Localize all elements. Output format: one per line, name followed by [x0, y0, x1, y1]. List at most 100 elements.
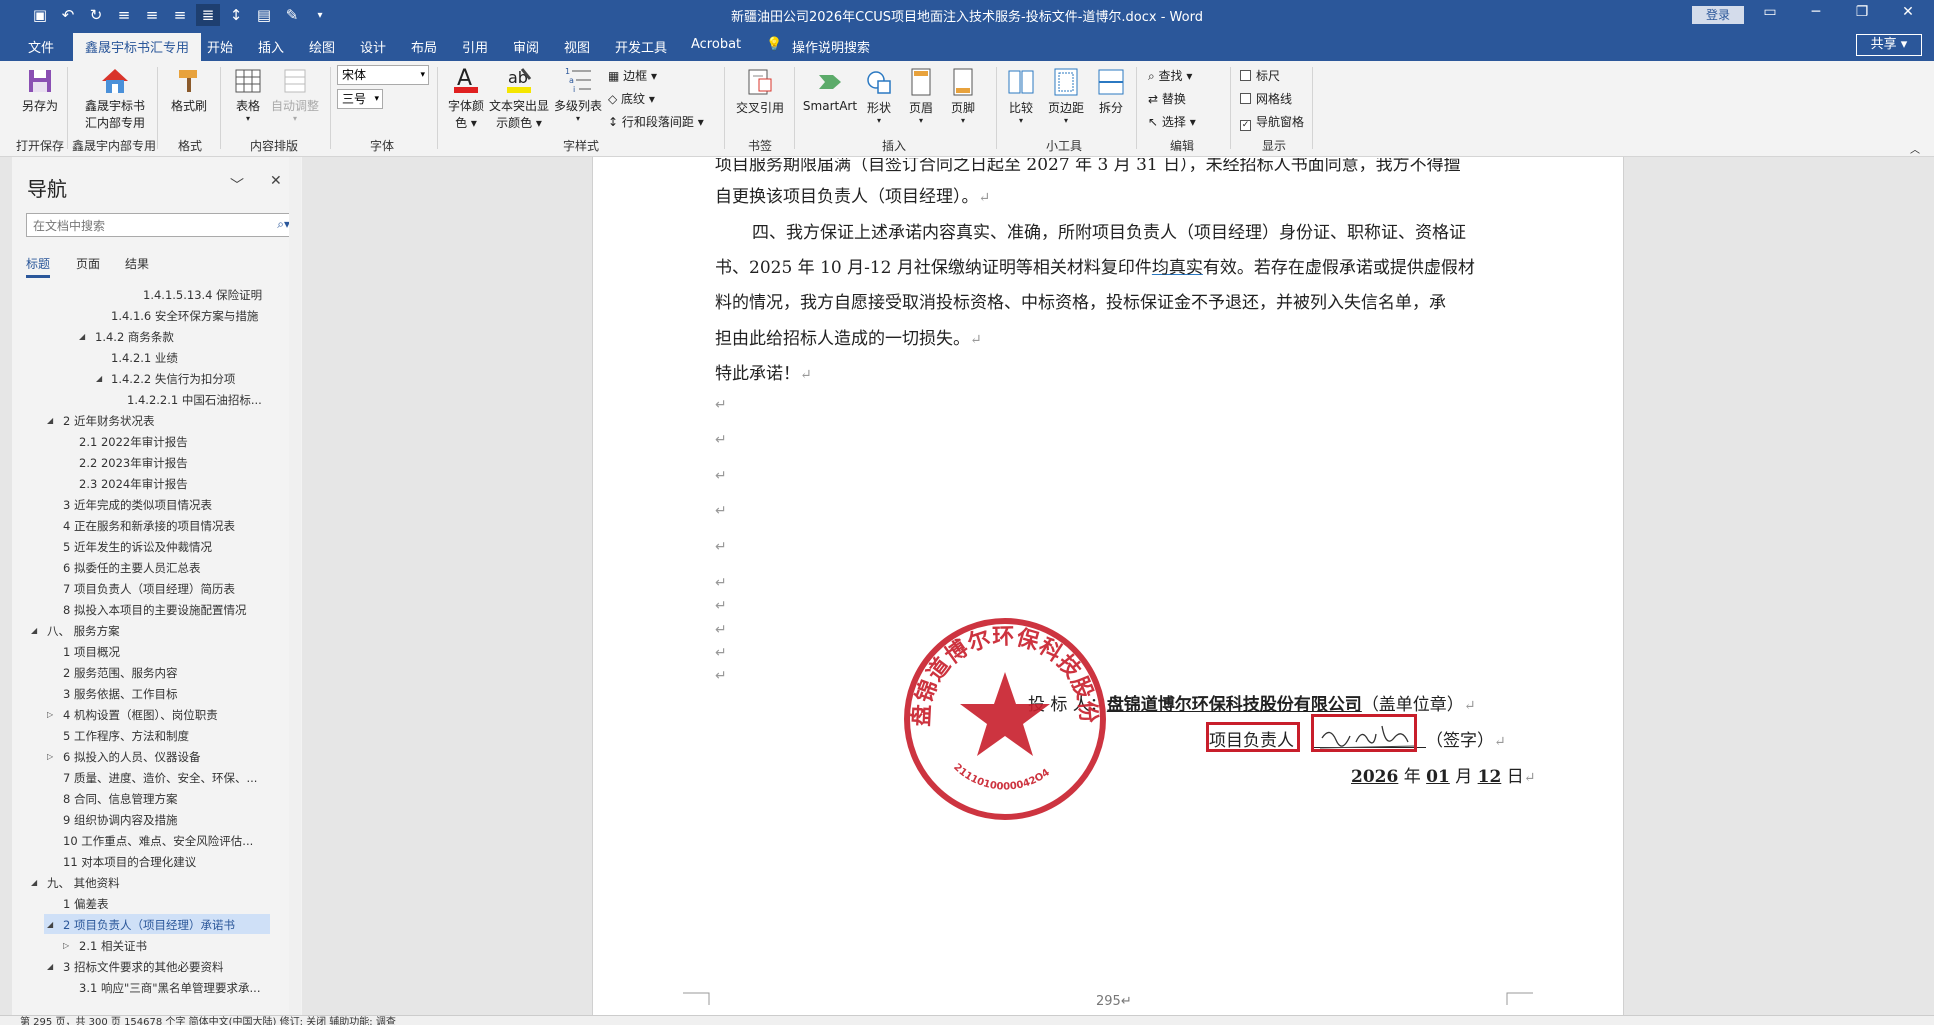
highlight-button[interactable]: ab 文本突出显 示颜色 ▾ — [488, 65, 550, 131]
nav-heading-item[interactable]: 9 组织协调内容及措施 — [63, 810, 177, 830]
nav-heading-item[interactable]: 4 机构设置（框图）、岗位职责 — [63, 705, 218, 725]
minimize-icon[interactable]: ─ — [1796, 4, 1836, 26]
nav-heading-item[interactable]: 7 项目负责人（项目经理）简历表 — [63, 579, 235, 599]
nav-heading-item[interactable]: 4 正在服务和新承接的项目情况表 — [63, 516, 235, 536]
nav-heading-item[interactable]: 3 招标文件要求的其他必要资料 — [63, 957, 223, 977]
share-button[interactable]: 共享 ▾ — [1856, 34, 1922, 56]
nav-heading-item[interactable]: 3 近年完成的类似项目情况表 — [63, 495, 212, 515]
expand-triangle-icon[interactable]: ▷ — [47, 710, 53, 719]
collapse-triangle-icon[interactable]: ◢ — [31, 878, 37, 887]
find-button[interactable]: ⌕ 查找 ▾ — [1148, 67, 1192, 84]
expand-triangle-icon[interactable]: ▷ — [47, 752, 53, 761]
expand-triangle-icon[interactable]: ▷ — [63, 941, 69, 950]
restore-icon[interactable]: ❐ — [1842, 4, 1882, 26]
header-button[interactable]: 页眉 ▾ — [904, 67, 938, 125]
nav-tab-results[interactable]: 结果 — [125, 255, 149, 272]
tab-design[interactable]: 设计 — [360, 37, 386, 56]
collapse-triangle-icon[interactable]: ◢ — [31, 626, 37, 635]
nav-heading-item[interactable]: 6 拟投入的人员、仪器设备 — [63, 747, 200, 767]
tell-me-search[interactable]: 操作说明搜索 — [792, 37, 870, 56]
nav-heading-item[interactable]: 7 质量、进度、造价、安全、环保、... — [63, 768, 257, 788]
nav-heading-item[interactable]: 2.1 2022年审计报告 — [79, 432, 188, 452]
ruler-checkbox[interactable]: 标尺 — [1240, 67, 1280, 84]
ribbon-display-icon[interactable]: ▭ — [1750, 4, 1790, 26]
nav-tab-pages[interactable]: 页面 — [76, 255, 100, 272]
select-button[interactable]: ↖ 选择 ▾ — [1148, 113, 1196, 130]
save-as-button[interactable]: 另存为 — [20, 67, 60, 114]
font-name-select[interactable]: 宋体 ▾ — [337, 65, 429, 85]
footer-button[interactable]: 页脚 ▾ — [946, 67, 980, 125]
nav-heading-item[interactable]: 1.4.2.2 失信行为扣分项 — [111, 369, 235, 389]
collapse-triangle-icon[interactable]: ◢ — [47, 920, 53, 929]
nav-heading-item[interactable]: 九、 其他资料 — [47, 873, 120, 893]
nav-heading-item[interactable]: 5 近年发生的诉讼及仲裁情况 — [63, 537, 212, 557]
collapse-triangle-icon[interactable]: ◢ — [79, 332, 85, 341]
cross-reference-button[interactable]: 交叉引用 — [734, 67, 786, 116]
nav-heading-item[interactable]: 八、 服务方案 — [47, 621, 120, 641]
table-button[interactable]: 表格 ▾ — [230, 67, 266, 123]
shapes-button[interactable]: 形状 ▾ — [862, 67, 896, 125]
login-button[interactable]: 登录 — [1692, 6, 1744, 24]
nav-heading-item[interactable]: 1.4.1.5.13.4 保险证明 — [143, 285, 262, 305]
nav-heading-item[interactable]: 8 拟投入本项目的主要设施配置情况 — [63, 600, 246, 620]
xsy-internal-button[interactable]: 鑫晟宇标书 汇内部专用 — [80, 67, 150, 131]
nav-heading-item[interactable]: 2.3 2024年审计报告 — [79, 474, 188, 494]
nav-heading-item-selected[interactable]: 2 项目负责人（项目经理）承诺书 — [63, 915, 235, 935]
tab-xsy[interactable]: 鑫晟宇标书汇专用 — [73, 33, 202, 61]
auto-adjust-button[interactable]: 自动调整 ▾ — [270, 67, 320, 123]
smartart-button[interactable]: SmartArt — [802, 67, 858, 113]
collapse-ribbon-icon[interactable]: ︿ — [1910, 141, 1920, 156]
nav-search-input[interactable]: 在文档中搜索 ⌕▾ — [26, 213, 295, 237]
collapse-triangle-icon[interactable]: ◢ — [47, 962, 53, 971]
tab-file[interactable]: 文件 — [28, 37, 54, 56]
nav-heading-item[interactable]: 3 服务依据、工作目标 — [63, 684, 177, 704]
close-icon[interactable]: ✕ — [1888, 4, 1928, 26]
font-color-button[interactable]: A 字体颜 色 ▾ — [444, 65, 488, 131]
nav-heading-item[interactable]: 1 项目概况 — [63, 642, 120, 662]
tab-acrobat[interactable]: Acrobat — [691, 37, 741, 52]
collapse-triangle-icon[interactable]: ◢ — [47, 416, 53, 425]
multilevel-list-button[interactable]: 1ai 多级列表 ▾ — [552, 65, 604, 123]
collapse-triangle-icon[interactable]: ◢ — [96, 374, 102, 383]
nav-heading-item[interactable]: 1.4.2.1 业绩 — [111, 348, 178, 368]
nav-heading-item[interactable]: 10 工作重点、难点、安全风险评估... — [63, 831, 253, 851]
shading-button[interactable]: ◇ 底纹 ▾ — [608, 90, 655, 107]
nav-options-icon[interactable]: ﹀ — [230, 175, 244, 195]
border-button[interactable]: ▦ 边框 ▾ — [608, 67, 657, 84]
house-icon — [102, 69, 128, 93]
nav-heading-item[interactable]: 2 服务范围、服务内容 — [63, 663, 177, 683]
tab-draw[interactable]: 绘图 — [309, 37, 335, 56]
nav-heading-item[interactable]: 6 拟委任的主要人员汇总表 — [63, 558, 200, 578]
document-page[interactable] — [592, 157, 1624, 1015]
nav-tab-headings[interactable]: 标题 — [26, 255, 51, 278]
line-spacing-button[interactable]: ↕ 行和段落间距 ▾ — [608, 113, 704, 130]
tab-review[interactable]: 审阅 — [513, 37, 539, 56]
tab-references[interactable]: 引用 — [462, 37, 488, 56]
nav-heading-item[interactable]: 2.1 相关证书 — [79, 936, 147, 956]
nav-heading-item[interactable]: 8 合同、信息管理方案 — [63, 789, 177, 809]
format-painter-button[interactable]: 格式刷 — [166, 67, 212, 114]
nav-heading-item[interactable]: 1.4.1.6 安全环保方案与措施 — [111, 306, 258, 326]
split-button[interactable]: 拆分 — [1094, 67, 1128, 116]
tab-home[interactable]: 开始 — [207, 37, 233, 56]
margins-button[interactable]: 页边距 ▾ — [1044, 67, 1088, 125]
tab-insert[interactable]: 插入 — [258, 37, 284, 56]
nav-pane-checkbox[interactable]: ✓ 导航窗格 — [1240, 113, 1304, 131]
nav-scrollbar[interactable] — [289, 157, 301, 1015]
tab-layout[interactable]: 布局 — [411, 37, 437, 56]
nav-heading-item[interactable]: 1 偏差表 — [63, 894, 108, 914]
nav-close-icon[interactable]: ✕ — [270, 173, 282, 189]
compare-button[interactable]: 比较 ▾ — [1004, 67, 1038, 125]
tab-view[interactable]: 视图 — [564, 37, 590, 56]
font-size-select[interactable]: 三号 ▾ — [337, 89, 383, 109]
nav-heading-item[interactable]: 11 对本项目的合理化建议 — [63, 852, 196, 872]
nav-heading-item[interactable]: 2 近年财务状况表 — [63, 411, 154, 431]
nav-heading-item[interactable]: 1.4.2 商务条款 — [95, 327, 174, 347]
nav-heading-item[interactable]: 5 工作程序、方法和制度 — [63, 726, 189, 746]
nav-heading-item[interactable]: 3.1 响应"三商"黑名单管理要求承... — [79, 978, 261, 998]
nav-heading-item[interactable]: 2.2 2023年审计报告 — [79, 453, 188, 473]
nav-heading-item[interactable]: 1.4.2.2.1 中国石油招标... — [127, 390, 262, 410]
tab-developer[interactable]: 开发工具 — [615, 37, 667, 56]
replace-button[interactable]: ⇄ 替换 — [1148, 90, 1186, 107]
gridlines-checkbox[interactable]: 网格线 — [1240, 90, 1292, 107]
